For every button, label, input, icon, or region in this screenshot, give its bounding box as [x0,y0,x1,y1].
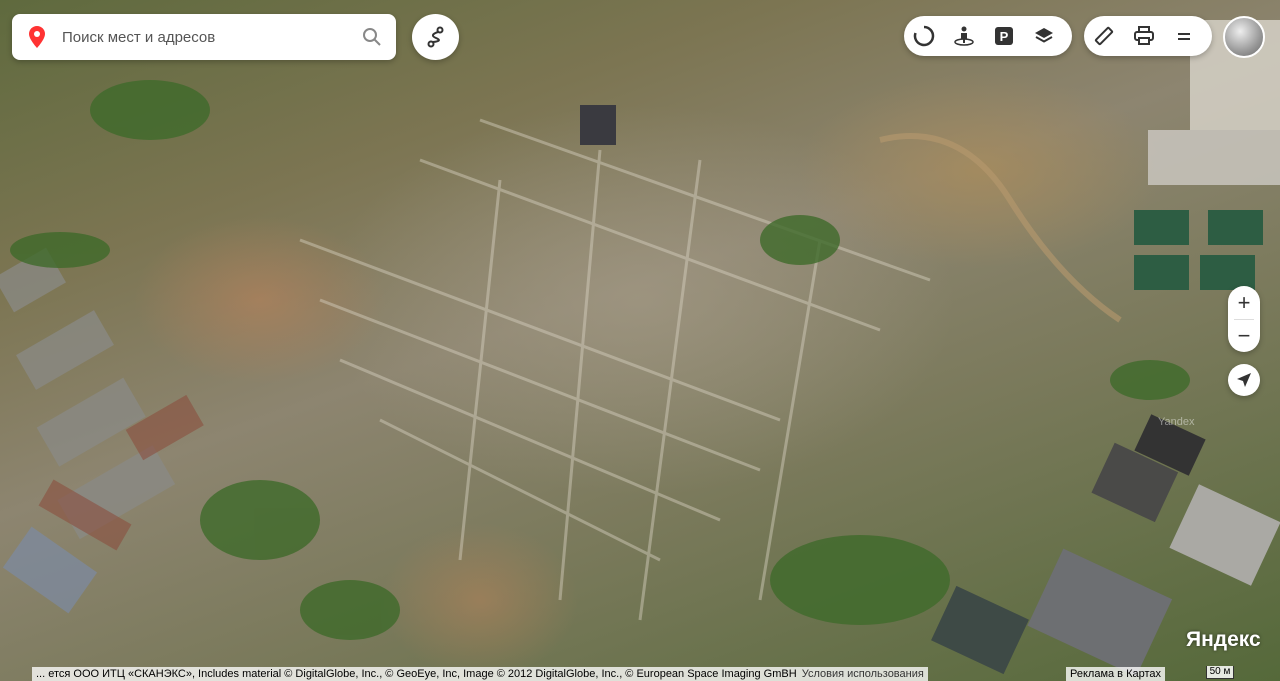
yandex-logo[interactable]: Яндекс [1186,628,1261,652]
print-icon [1134,26,1154,45]
print-button[interactable] [1124,16,1164,56]
search-box[interactable] [12,14,396,60]
tools-toolbar [1084,16,1212,56]
parking-button[interactable]: P [984,16,1024,56]
parking-icon: P [995,27,1013,45]
locate-arrow-icon [1237,373,1251,387]
search-icon[interactable] [362,27,382,47]
satellite-imagery [0,20,1280,677]
user-avatar[interactable] [1223,16,1265,58]
zoom-divider [1234,319,1254,320]
copyright-text: ... ется ООО ИТЦ «СКАНЭКС», Includes mat… [36,668,797,680]
panorama-button[interactable] [944,16,984,56]
layers-icon [1035,28,1053,43]
panorama-icon [954,26,974,46]
locate-button[interactable] [1228,364,1260,396]
parking-label: P [1000,29,1009,44]
traffic-button[interactable] [904,16,944,56]
route-icon [427,26,443,48]
location-pin-icon [29,26,45,48]
layers-button[interactable] [1024,16,1064,56]
ads-link[interactable]: Реклама в Картах [1066,667,1166,681]
menu-button[interactable] [1164,16,1204,56]
menu-icon [1178,33,1190,40]
search-input[interactable] [60,27,344,47]
map-layers-toolbar: P [904,16,1072,56]
ruler-button[interactable] [1084,16,1124,56]
zoom-in-button[interactable]: + [1228,286,1260,319]
terms-link[interactable]: Условия использования [802,668,924,680]
zoom-out-button[interactable]: − [1228,319,1260,352]
traffic-icon [913,25,935,47]
satellite-map[interactable] [0,0,1280,681]
ruler-icon [1094,26,1114,46]
route-button[interactable] [412,14,459,60]
map-watermark: Yandex [1158,416,1195,428]
copyright-bar: ... ется ООО ИТЦ «СКАНЭКС», Includes mat… [32,667,928,681]
zoom-control: + − [1228,286,1260,352]
scale-bar: 50 м [1206,666,1234,679]
